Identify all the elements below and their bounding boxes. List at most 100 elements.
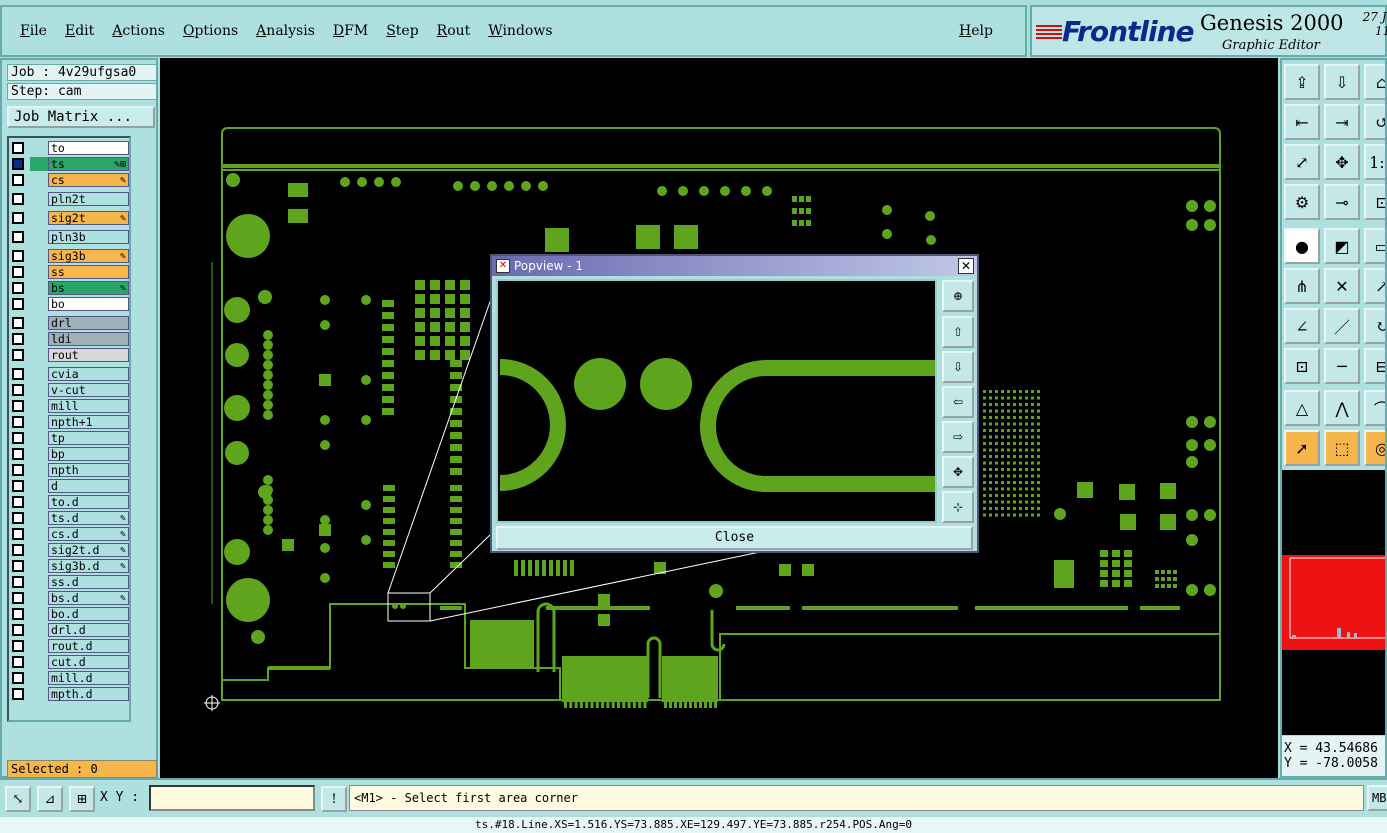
alert-icon[interactable]: ! xyxy=(321,786,347,812)
select-box-icon[interactable]: ⬚ xyxy=(1324,430,1360,466)
layer-color-swatch[interactable] xyxy=(30,431,48,445)
xy-input[interactable] xyxy=(149,785,315,811)
layer-color-swatch[interactable] xyxy=(30,591,48,605)
layer-checkbox[interactable] xyxy=(12,142,24,154)
pv-center-icon[interactable]: ⊹ xyxy=(942,491,974,523)
layer-color-swatch[interactable] xyxy=(30,141,48,155)
layer-row-bo[interactable]: bo xyxy=(12,297,129,311)
layer-color-swatch[interactable] xyxy=(30,415,48,429)
menu-rout[interactable]: Rout xyxy=(437,23,471,39)
line-icon[interactable]: ／ xyxy=(1324,308,1360,344)
layer-name[interactable]: tp xyxy=(48,431,129,445)
layer-checkbox[interactable] xyxy=(12,448,24,460)
ruler-icon[interactable]: ▭ xyxy=(1364,228,1385,264)
menu-help[interactable]: Help xyxy=(959,23,993,39)
layer-color-swatch[interactable] xyxy=(30,527,48,541)
scale-icon[interactable]: 1:2 xyxy=(1364,144,1385,180)
triangle-icon[interactable]: △ xyxy=(1284,390,1320,426)
layer-checkbox[interactable] xyxy=(12,212,24,224)
layer-row-sig2t[interactable]: sig2t ✎ xyxy=(12,211,129,225)
menu-options[interactable]: Options xyxy=(183,23,238,39)
pv-down-icon[interactable]: ⇩ xyxy=(942,351,974,383)
layer-row-d[interactable]: d xyxy=(12,479,129,493)
layer-row-sig3b-d[interactable]: sig3b.d ✎ xyxy=(12,559,129,573)
pv-right-icon[interactable]: ⇨ xyxy=(942,421,974,453)
undo-icon[interactable]: ↻ xyxy=(1364,308,1385,344)
layer-row-ss[interactable]: ss xyxy=(12,265,129,279)
layer-checkbox[interactable] xyxy=(12,656,24,668)
layer-color-swatch[interactable] xyxy=(30,607,48,621)
layer-checkbox[interactable] xyxy=(12,400,24,412)
layer-color-swatch[interactable] xyxy=(30,367,48,381)
layer-row-mill[interactable]: mill xyxy=(12,399,129,413)
layer-name[interactable]: v-cut xyxy=(48,383,129,397)
layer-name[interactable]: bo xyxy=(48,297,129,311)
layer-row-sig2t-d[interactable]: sig2t.d ✎ xyxy=(12,543,129,557)
layer-name[interactable]: drl xyxy=(48,316,129,330)
layer-color-swatch[interactable] xyxy=(30,265,48,279)
layer-color-swatch[interactable] xyxy=(30,687,48,701)
layer-name[interactable]: ss.d xyxy=(48,575,129,589)
layer-color-swatch[interactable] xyxy=(30,655,48,669)
menu-step[interactable]: Step xyxy=(386,23,418,39)
layer-name[interactable]: bs.d ✎ xyxy=(48,591,129,605)
menu-actions[interactable]: Actions xyxy=(112,23,165,39)
layer-color-swatch[interactable] xyxy=(30,495,48,509)
layer-name[interactable]: sig2t.d ✎ xyxy=(48,543,129,557)
layer-checkbox[interactable] xyxy=(12,317,24,329)
layer-color-swatch[interactable] xyxy=(30,211,48,225)
layer-checkbox[interactable] xyxy=(12,528,24,540)
layer-name[interactable]: cs ✎ xyxy=(48,173,129,187)
layer-checkbox[interactable] xyxy=(12,592,24,604)
layer-row-ss-d[interactable]: ss.d xyxy=(12,575,129,589)
layer-color-swatch[interactable] xyxy=(30,463,48,477)
layer-row-to-d[interactable]: to.d xyxy=(12,495,129,509)
layer-name[interactable]: d xyxy=(48,479,129,493)
layer-checkbox[interactable] xyxy=(12,576,24,588)
layer-row-to[interactable]: to xyxy=(12,141,129,155)
layer-checkbox[interactable] xyxy=(12,416,24,428)
layer-color-swatch[interactable] xyxy=(30,230,48,244)
layer-name[interactable]: drl.d xyxy=(48,623,129,637)
layer-row-rout-d[interactable]: rout.d xyxy=(12,639,129,653)
layer-name[interactable]: mill.d xyxy=(48,671,129,685)
layer-row-ldi[interactable]: ldi xyxy=(12,332,129,346)
pv-up-icon[interactable]: ⇧ xyxy=(942,316,974,348)
menu-dfm[interactable]: DFM xyxy=(333,23,368,39)
layer-checkbox[interactable] xyxy=(12,640,24,652)
layer-color-swatch[interactable] xyxy=(30,543,48,557)
layer-name[interactable]: pln2t xyxy=(48,192,129,206)
layer-name[interactable]: cvia xyxy=(48,367,129,381)
layer-color-swatch[interactable] xyxy=(30,281,48,295)
layer-checkbox[interactable] xyxy=(12,688,24,700)
mb-button[interactable]: MB xyxy=(1367,785,1387,811)
layer-name[interactable]: ts ✎⊞ xyxy=(48,157,129,171)
layer-name[interactable]: sig2t ✎ xyxy=(48,211,129,225)
layer-row-ts[interactable]: ts ✎⊞ xyxy=(12,157,129,171)
layer-name[interactable]: mpth.d xyxy=(48,687,129,701)
layer-checkbox[interactable] xyxy=(12,368,24,380)
layer-color-swatch[interactable] xyxy=(30,173,48,187)
layer-name[interactable]: ts.d ✎ xyxy=(48,511,129,525)
layer-row-drl[interactable]: drl xyxy=(12,316,129,330)
pv-left-icon[interactable]: ⇦ xyxy=(942,386,974,418)
layer-color-swatch[interactable] xyxy=(30,332,48,346)
layer-checkbox[interactable] xyxy=(12,464,24,476)
layer-name[interactable]: rout.d xyxy=(48,639,129,653)
layer-name[interactable]: to.d xyxy=(48,495,129,509)
layer-row-bo-d[interactable]: bo.d xyxy=(12,607,129,621)
layer-color-swatch[interactable] xyxy=(30,671,48,685)
layer-row-npth-1[interactable]: npth+1 xyxy=(12,415,129,429)
layer-name[interactable]: mill xyxy=(48,399,129,413)
layer-color-swatch[interactable] xyxy=(30,639,48,653)
layer-name[interactable]: cut.d xyxy=(48,655,129,669)
layer-row-drl-d[interactable]: drl.d xyxy=(12,623,129,637)
pv-fit-icon[interactable]: ✥ xyxy=(942,456,974,488)
fit-icon[interactable]: ⤢ xyxy=(1284,144,1320,180)
layer-row-mpth-d[interactable]: mpth.d xyxy=(12,687,129,701)
layer-checkbox[interactable] xyxy=(12,512,24,524)
move-icon[interactable]: ⊡ xyxy=(1284,348,1320,384)
trace-icon[interactable]: ─ xyxy=(1324,348,1360,384)
layer-row-pln2t[interactable]: pln2t xyxy=(12,192,129,206)
layer-name[interactable]: rout xyxy=(48,348,129,362)
